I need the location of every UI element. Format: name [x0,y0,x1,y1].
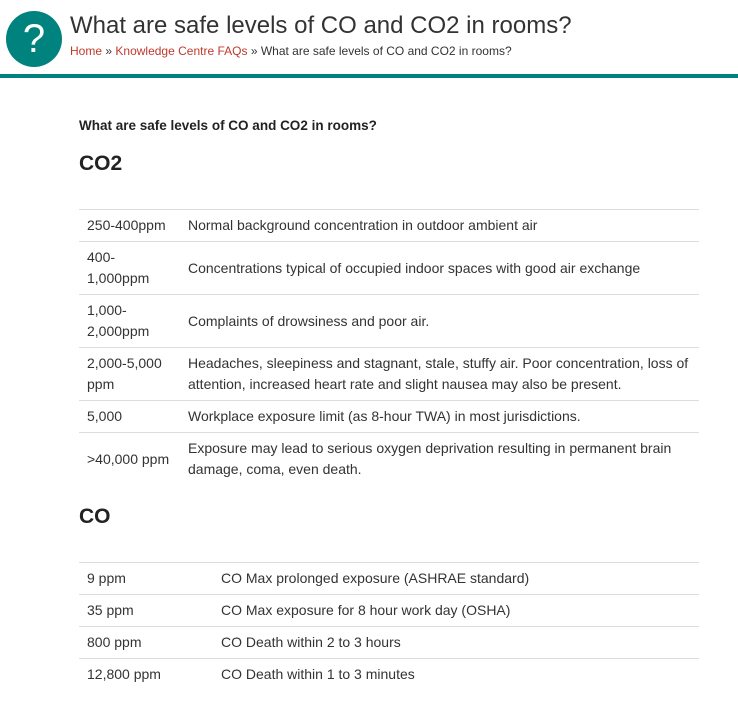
description-cell: Exposure may lead to serious oxygen depr… [180,432,699,486]
level-cell: 9 ppm [79,562,213,595]
table-row: 35 ppm CO Max exposure for 8 hour work da… [79,594,699,627]
co-table: 9 ppm CO Max prolonged exposure (ASHRAE s… [79,562,699,691]
level-cell: 400- 1,000ppm [79,241,180,295]
co2-heading: CO2 [79,152,123,175]
page-header: ? What are safe levels of CO and CO2 in … [0,0,738,78]
level-cell: 35 ppm [79,594,213,627]
level-cell: >40,000 ppm [79,432,180,486]
level-cell: 2,000-5,000 ppm [79,347,180,401]
table-row: 9 ppm CO Max prolonged exposure (ASHRAE s… [79,562,699,595]
description-cell: Concentrations typical of occupied indoo… [180,241,699,295]
table-row: 12,800 ppm CO Death within 1 to 3 minutes [79,658,699,691]
table-row: >40,000 ppm Exposure may lead to serious … [79,432,699,486]
description-cell: Normal background concentration in outdo… [180,209,699,242]
level-cell: 250-400ppm [79,209,180,242]
table-row: 800 ppm CO Death within 2 to 3 hours [79,626,699,659]
breadcrumb-separator: » [250,44,258,58]
question-mark-icon: ? [6,11,62,67]
description-cell: Headaches, sleepiness and stagnant, stal… [180,347,699,401]
table-row: 5,000 Workplace exposure limit (as 8-hour… [79,400,699,433]
page-title: What are safe levels of CO and CO2 in ro… [70,12,572,39]
description-cell: CO Death within 2 to 3 hours [213,626,699,659]
breadcrumb-home-link[interactable]: Home [70,44,102,58]
breadcrumb-faqs-link[interactable]: Knowledge Centre FAQs [115,44,247,58]
table-row: 250-400ppm Normal background concentratio… [79,209,699,242]
level-cell: 800 ppm [79,626,213,659]
level-cell: 12,800 ppm [79,658,213,691]
header-divider [0,74,738,78]
description-cell: Workplace exposure limit (as 8-hour TWA)… [180,400,699,433]
description-cell: CO Max exposure for 8 hour work day (OSH… [213,594,699,627]
article-subtitle: What are safe levels of CO and CO2 in ro… [79,118,377,133]
level-cell: 1,000- 2,000ppm [79,294,180,348]
description-cell: CO Max prolonged exposure (ASHRAE standa… [213,562,699,595]
co-heading: CO [79,505,111,528]
breadcrumb-current: What are safe levels of CO and CO2 in ro… [260,44,512,58]
co2-table: 250-400ppm Normal background concentratio… [79,209,699,486]
description-cell: CO Death within 1 to 3 minutes [213,658,699,691]
level-cell: 5,000 [79,400,180,433]
breadcrumb: Home » Knowledge Centre FAQs » What are … [70,44,512,58]
table-row: 2,000-5,000 ppm Headaches, sleepiness and… [79,347,699,401]
breadcrumb-separator: » [105,44,113,58]
description-cell: Complaints of drowsiness and poor air. [180,294,699,348]
table-row: 400- 1,000ppm Concentrations typical of o… [79,241,699,295]
table-row: 1,000- 2,000ppm Complaints of drowsiness … [79,294,699,348]
